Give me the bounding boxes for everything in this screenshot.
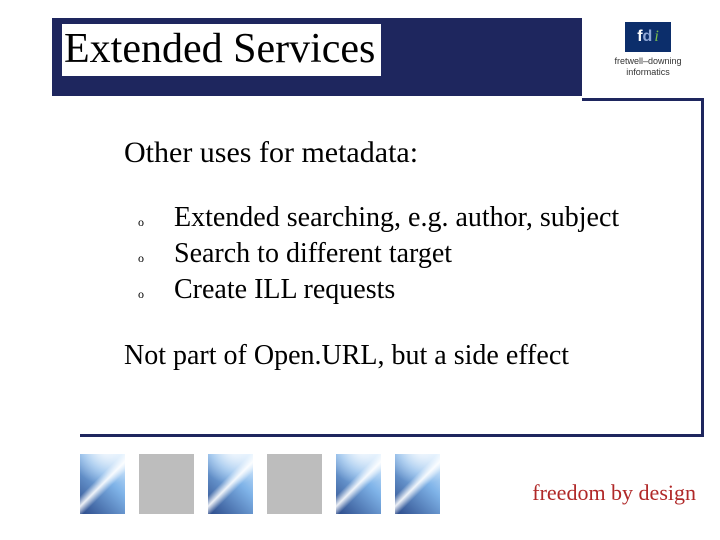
tagline: freedom by design: [532, 480, 696, 506]
bullet-marker: o: [138, 251, 174, 266]
logo: fdi fretwell–downing informatics: [594, 22, 702, 78]
footer-spacer: [139, 454, 194, 514]
footer-image: [208, 454, 253, 514]
footer-spacer: [267, 454, 322, 514]
slide-title: Extended Services: [62, 24, 381, 76]
content-footnote: Not part of Open.URL, but a side effect: [124, 340, 660, 372]
footer-image-strip: [80, 454, 440, 514]
bullet-text: Search to different target: [174, 238, 452, 270]
logo-text-line2: informatics: [594, 67, 702, 78]
footer-image: [80, 454, 125, 514]
logo-letters: fdi: [637, 28, 659, 46]
content-heading: Other uses for metadata:: [124, 136, 660, 170]
logo-text-line1: fretwell–downing: [594, 56, 702, 67]
bullet-text: Extended searching, e.g. author, subject: [174, 202, 619, 234]
bullet-marker: o: [138, 215, 174, 230]
decor-line-top: [582, 98, 704, 101]
footer-image: [336, 454, 381, 514]
decor-line-right: [701, 98, 704, 434]
decor-line-bottom: [80, 434, 704, 437]
bullet-marker: o: [138, 287, 174, 302]
logo-mark: fdi: [625, 22, 671, 52]
list-item: o Extended searching, e.g. author, subje…: [138, 202, 660, 234]
bullet-list: o Extended searching, e.g. author, subje…: [138, 202, 660, 306]
bullet-text: Create ILL requests: [174, 274, 395, 306]
list-item: o Search to different target: [138, 238, 660, 270]
logo-letter-d: d: [643, 28, 653, 45]
list-item: o Create ILL requests: [138, 274, 660, 306]
footer-image: [395, 454, 440, 514]
logo-letter-i: i: [652, 28, 658, 45]
